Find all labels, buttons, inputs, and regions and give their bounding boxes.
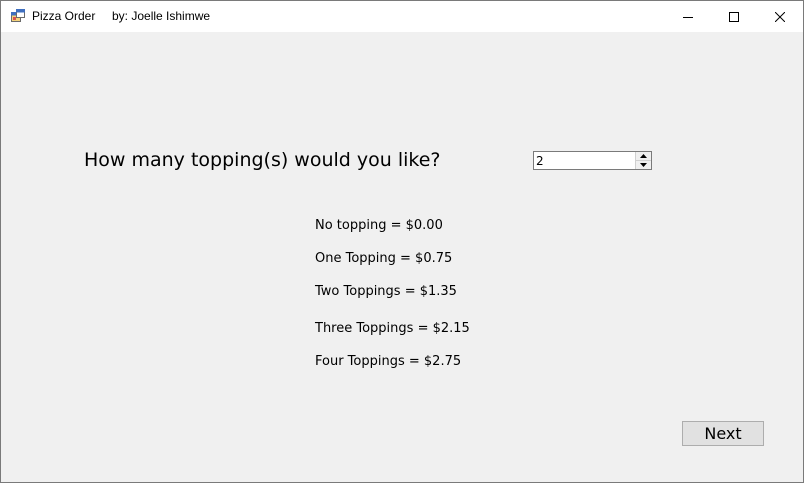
app-form-icon (11, 9, 25, 22)
minimize-icon (683, 16, 693, 18)
app-window: Pizza Order by: Joelle Ishimwe How many … (0, 0, 804, 483)
price-three-toppings: Three Toppings = $2.15 (315, 321, 470, 336)
minimize-button[interactable] (665, 1, 711, 32)
title-bar[interactable]: Pizza Order by: Joelle Ishimwe (1, 1, 803, 32)
close-button[interactable] (757, 1, 803, 32)
close-icon (775, 11, 785, 22)
spinner-down-button[interactable] (636, 161, 651, 169)
window-title: Pizza Order (32, 9, 96, 23)
price-one-topping: One Topping = $0.75 (315, 251, 453, 266)
chevron-up-icon (640, 154, 647, 158)
spinner-up-button[interactable] (636, 152, 651, 161)
next-button[interactable]: Next (682, 421, 764, 446)
spinner-buttons (635, 152, 651, 169)
toppings-count-input[interactable] (536, 153, 636, 168)
chevron-down-icon (640, 163, 647, 167)
price-no-topping: No topping = $0.00 (315, 218, 443, 233)
window-author: by: Joelle Ishimwe (112, 9, 211, 23)
toppings-count-spinner[interactable] (533, 151, 652, 170)
maximize-icon (729, 11, 739, 22)
price-four-toppings: Four Toppings = $2.75 (315, 354, 462, 369)
maximize-button[interactable] (711, 1, 757, 32)
form-client-area: How many topping(s) would you like? No t… (1, 32, 803, 482)
toppings-question-label: How many topping(s) would you like? (84, 149, 441, 171)
price-two-toppings: Two Toppings = $1.35 (315, 284, 457, 299)
